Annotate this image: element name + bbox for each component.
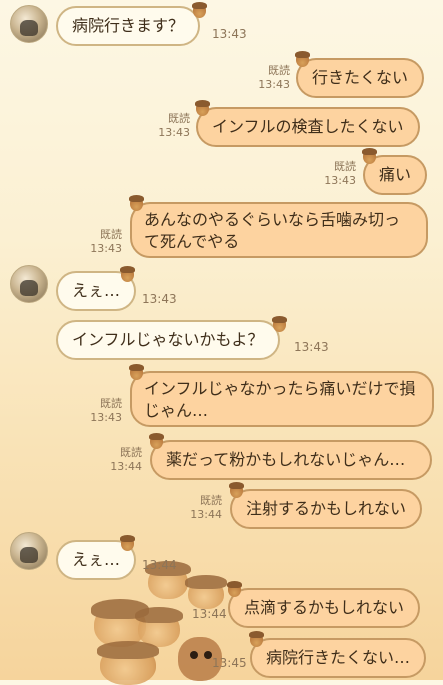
message-text: 注射するかもしれない	[246, 499, 407, 518]
acorn-icon	[362, 148, 377, 164]
acorn-icon	[229, 482, 244, 498]
message-text: 痛い	[379, 165, 412, 184]
message-text: インフルじゃなかったら痛いだけで損じゃん…	[144, 379, 416, 420]
outgoing-message-bubble[interactable]: あんなのやるぐらいなら舌噛み切って死んでやる	[130, 202, 428, 258]
read-receipt: 既読 13:44	[110, 446, 142, 473]
outgoing-message-bubble[interactable]: インフルじゃなかったら痛いだけで損じゃん…	[130, 371, 434, 427]
acorn-icon	[249, 631, 264, 647]
message-text: あんなのやるぐらいなら舌噛み切って死んでやる	[144, 210, 401, 251]
acorn-icon	[120, 266, 135, 282]
message-time: 13:44	[142, 558, 177, 572]
acorn-icon	[129, 195, 144, 211]
contact-avatar[interactable]	[10, 265, 48, 303]
outgoing-message-bubble[interactable]: 病院行きたくない…	[250, 638, 427, 678]
acorn-icon	[195, 100, 210, 116]
chipmunk-illustration	[80, 561, 230, 685]
read-receipt: 既読 13:43	[324, 160, 356, 187]
acorn-icon	[120, 535, 135, 551]
acorn-icon	[272, 316, 287, 332]
chipmunk-eye	[204, 651, 212, 659]
outgoing-message-bubble[interactable]: 行きたくない	[296, 58, 425, 98]
message-time: 13:45	[212, 656, 247, 670]
read-receipt: 既読 13:43	[90, 397, 122, 424]
read-receipt: 既読 13:43	[158, 112, 190, 139]
acorn-icon	[192, 2, 207, 18]
read-receipt: 既読 13:43	[258, 64, 290, 91]
message-text: えぇ…	[72, 550, 121, 569]
contact-avatar[interactable]	[10, 532, 48, 570]
read-receipt: 既読 13:44	[190, 494, 222, 521]
chat-thread: 病院行きます？ 13:43 既読 13:43 行きたくない 既読 13:43 イ…	[0, 0, 443, 685]
outgoing-message-bubble[interactable]: インフルの検査したくない	[196, 107, 420, 147]
outgoing-message-bubble[interactable]: 点滴するかもしれない	[228, 588, 421, 628]
incoming-message-bubble[interactable]: インフルじゃないかもよ？	[56, 320, 280, 360]
contact-avatar[interactable]	[10, 5, 48, 43]
message-text: 点滴するかもしれない	[244, 598, 405, 617]
read-receipt: 既読 13:43	[90, 228, 122, 255]
message-text: えぇ…	[72, 281, 121, 300]
message-text: 行きたくない	[312, 68, 409, 87]
acorn-icon	[295, 51, 310, 67]
message-time: 13:43	[294, 340, 329, 354]
message-text: 病院行きます？	[72, 16, 185, 35]
message-text: インフルじゃないかもよ？	[72, 330, 264, 349]
message-text: 薬だって粉かもしれないじゃん…	[166, 450, 406, 469]
outgoing-message-bubble[interactable]: 薬だって粉かもしれないじゃん…	[150, 440, 432, 480]
chipmunk-eye	[190, 651, 198, 659]
message-time: 13:44	[192, 607, 227, 621]
message-time: 13:43	[212, 27, 247, 41]
message-text: インフルの検査したくない	[212, 117, 404, 136]
outgoing-message-bubble[interactable]: 注射するかもしれない	[230, 489, 423, 529]
message-text: 病院行きたくない…	[266, 648, 411, 667]
message-time: 13:43	[142, 292, 177, 306]
acorn-icon	[129, 364, 144, 380]
incoming-message-bubble[interactable]: 病院行きます？	[56, 6, 201, 46]
acorn-icon	[227, 581, 242, 597]
acorn-icon	[149, 433, 164, 449]
